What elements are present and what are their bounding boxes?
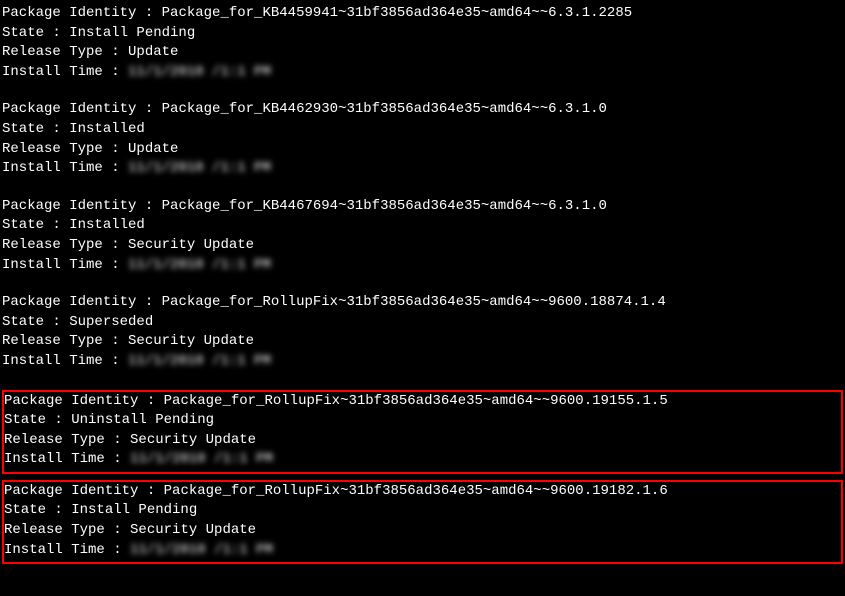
label-install-time: Install Time : <box>4 451 130 467</box>
label-install-time: Install Time : <box>2 64 128 80</box>
value-release-type: Update <box>128 44 178 60</box>
value-package-identity: Package_for_RollupFix~31bf3856ad364e35~a… <box>164 393 668 409</box>
label-package-identity: Package Identity : <box>2 294 162 310</box>
label-package-identity: Package Identity : <box>2 198 162 214</box>
value-state: Install Pending <box>71 502 197 518</box>
value-install-time: 11/1/2018 /1:1 PM <box>128 63 271 83</box>
label-install-time: Install Time : <box>4 542 130 558</box>
label-package-identity: Package Identity : <box>2 101 162 117</box>
label-state: State : <box>4 412 71 428</box>
value-package-identity: Package_for_KB4459941~31bf3856ad364e35~a… <box>162 5 632 21</box>
value-package-identity: Package_for_RollupFix~31bf3856ad364e35~a… <box>164 483 668 499</box>
label-release-type: Release Type : <box>2 141 128 157</box>
label-package-identity: Package Identity : <box>2 5 162 21</box>
label-release-type: Release Type : <box>4 522 130 538</box>
package-block: Package Identity : Package_for_KB4467694… <box>2 197 843 275</box>
highlighted-package-block: Package Identity : Package_for_RollupFix… <box>2 480 843 564</box>
value-install-time: 11/1/2018 /1:1 PM <box>128 256 271 276</box>
label-release-type: Release Type : <box>2 333 128 349</box>
label-package-identity: Package Identity : <box>4 393 164 409</box>
value-state: Uninstall Pending <box>71 412 214 428</box>
value-package-identity: Package_for_RollupFix~31bf3856ad364e35~a… <box>162 294 666 310</box>
package-block: Package Identity : Package_for_KB4462930… <box>2 100 843 178</box>
label-release-type: Release Type : <box>2 237 128 253</box>
value-install-time: 11/1/2018 /1:1 PM <box>130 450 273 470</box>
package-block: Package Identity : Package_for_KB4459941… <box>2 4 843 82</box>
label-install-time: Install Time : <box>2 160 128 176</box>
value-install-time: 11/1/2018 /1:1 PM <box>128 159 271 179</box>
highlighted-package-block: Package Identity : Package_for_RollupFix… <box>2 390 843 474</box>
label-state: State : <box>2 314 69 330</box>
label-release-type: Release Type : <box>4 432 130 448</box>
label-install-time: Install Time : <box>2 257 128 273</box>
value-release-type: Security Update <box>128 237 254 253</box>
value-release-type: Security Update <box>130 432 256 448</box>
label-state: State : <box>2 121 69 137</box>
value-install-time: 11/1/2018 /1:1 PM <box>128 352 271 372</box>
value-release-type: Security Update <box>128 333 254 349</box>
terminal-output: Package Identity : Package_for_KB4459941… <box>0 0 845 574</box>
label-state: State : <box>2 217 69 233</box>
label-release-type: Release Type : <box>2 44 128 60</box>
value-state: Install Pending <box>69 25 195 41</box>
package-block: Package Identity : Package_for_RollupFix… <box>2 293 843 371</box>
value-package-identity: Package_for_KB4462930~31bf3856ad364e35~a… <box>162 101 607 117</box>
label-package-identity: Package Identity : <box>4 483 164 499</box>
value-state: Installed <box>69 217 145 233</box>
label-install-time: Install Time : <box>2 353 128 369</box>
value-package-identity: Package_for_KB4467694~31bf3856ad364e35~a… <box>162 198 607 214</box>
value-install-time: 11/1/2018 /1:1 PM <box>130 541 273 561</box>
value-state: Superseded <box>69 314 153 330</box>
value-state: Installed <box>69 121 145 137</box>
value-release-type: Security Update <box>130 522 256 538</box>
value-release-type: Update <box>128 141 178 157</box>
label-state: State : <box>4 502 71 518</box>
label-state: State : <box>2 25 69 41</box>
